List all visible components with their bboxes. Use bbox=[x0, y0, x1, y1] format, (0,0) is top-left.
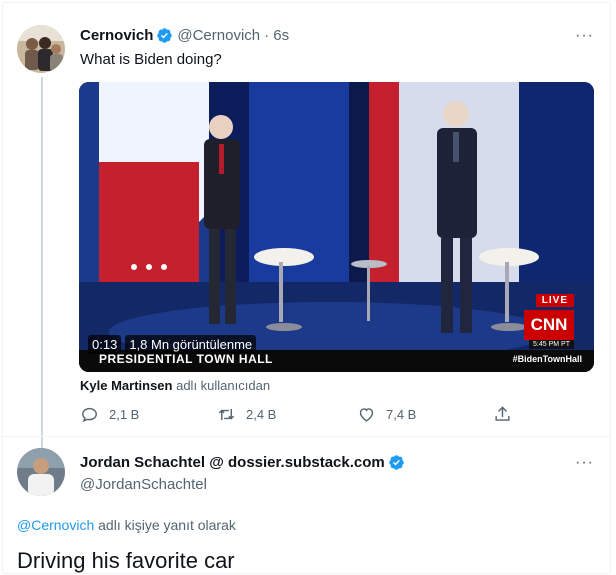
verified-badge-icon bbox=[388, 454, 405, 471]
share-button[interactable] bbox=[493, 405, 512, 424]
like-button[interactable]: 7,4 B bbox=[357, 405, 416, 424]
tweet-thread: Cernovich @Cernovich · 6s ··· What is Bi… bbox=[2, 2, 611, 574]
like-count: 7,4 B bbox=[386, 407, 417, 422]
author-name[interactable]: Cernovich bbox=[80, 27, 153, 44]
replying-to: @Cernovich adlı kişiye yanıt olarak bbox=[17, 517, 236, 533]
video-frame bbox=[79, 82, 594, 372]
live-badge: LIVE bbox=[535, 294, 574, 307]
avatar[interactable] bbox=[17, 25, 65, 73]
tweet-timestamp[interactable]: · 6s bbox=[264, 27, 289, 44]
broadcast-hashtag: #BidenTownHall bbox=[512, 354, 582, 364]
share-icon bbox=[495, 406, 510, 421]
attribution-name[interactable]: Kyle Martinsen bbox=[80, 378, 172, 393]
tweet-text: Driving his favorite car bbox=[17, 548, 235, 573]
broadcast-clock: 5:45 PM PT bbox=[529, 340, 574, 349]
author-name[interactable]: Jordan Schachtel @ dossier.substack.com bbox=[80, 454, 385, 471]
reply-mention-link[interactable]: @Cernovich bbox=[17, 517, 94, 533]
avatar[interactable] bbox=[17, 448, 65, 496]
retweet-icon bbox=[218, 408, 235, 421]
author-handle[interactable]: @Cernovich bbox=[177, 27, 260, 44]
reply-icon bbox=[82, 407, 97, 423]
reply-button[interactable]: 2,1 B bbox=[80, 405, 139, 424]
broadcast-banner: PRESIDENTIAL TOWN HALL bbox=[99, 352, 273, 366]
thread-connector-line bbox=[41, 77, 43, 495]
video-player[interactable]: 0:13 1,8 Mn görüntülenme PRESIDENTIAL TO… bbox=[79, 82, 594, 372]
more-options-icon[interactable]: ··· bbox=[575, 27, 594, 45]
heart-icon bbox=[359, 408, 374, 422]
reply-count: 2,1 B bbox=[109, 407, 140, 422]
reply-suffix: adlı kişiye yanıt olarak bbox=[94, 517, 236, 533]
tweet-divider bbox=[3, 436, 610, 437]
retweet-button[interactable]: 2,4 B bbox=[217, 405, 276, 424]
more-options-icon[interactable]: ··· bbox=[575, 454, 594, 472]
verified-badge-icon bbox=[156, 27, 173, 44]
video-attribution[interactable]: Kyle Martinsen adlı kullanıcıdan bbox=[80, 378, 270, 393]
tweet-text: What is Biden doing? bbox=[80, 51, 222, 68]
author-handle[interactable]: @JordanSchachtel bbox=[80, 476, 207, 493]
retweet-count: 2,4 B bbox=[246, 407, 277, 422]
attribution-suffix: adlı kullanıcıdan bbox=[172, 378, 271, 393]
cnn-logo: CNN bbox=[524, 310, 574, 340]
